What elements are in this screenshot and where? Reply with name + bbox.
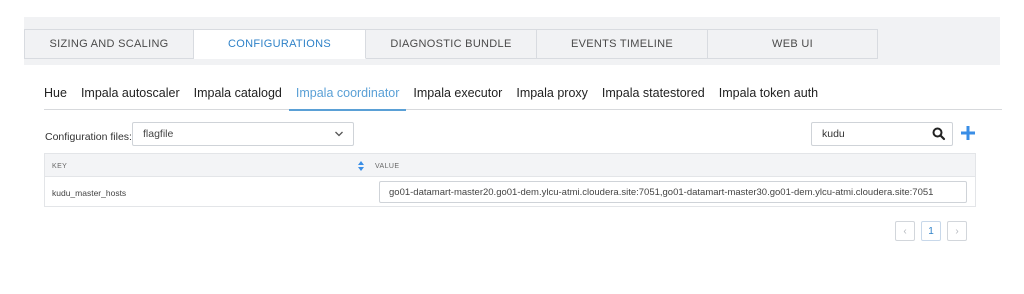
subtab-hue[interactable]: Hue bbox=[44, 85, 74, 110]
table-header: KEY VALUE bbox=[44, 153, 976, 177]
service-tab-bar: Hue Impala autoscaler Impala catalogd Im… bbox=[44, 85, 1002, 111]
sort-icon[interactable] bbox=[357, 160, 365, 173]
plus-icon[interactable] bbox=[959, 124, 977, 142]
tab-sizing-and-scaling[interactable]: SIZING AND SCALING bbox=[24, 29, 194, 59]
next-page-button[interactable]: › bbox=[947, 221, 967, 241]
tab-events-timeline[interactable]: EVENTS TIMELINE bbox=[537, 29, 708, 59]
configuration-files-label: Configuration files: bbox=[45, 131, 132, 143]
subtab-impala-autoscaler[interactable]: Impala autoscaler bbox=[74, 85, 187, 110]
key-column-header: KEY bbox=[52, 163, 68, 170]
subtab-impala-executor[interactable]: Impala executor bbox=[406, 85, 509, 110]
tab-configurations[interactable]: CONFIGURATIONS bbox=[194, 29, 366, 59]
row-key: kudu_master_hosts bbox=[52, 188, 127, 198]
subtab-impala-coordinator[interactable]: Impala coordinator bbox=[288, 85, 407, 111]
previous-page-button[interactable]: ‹ bbox=[895, 221, 915, 241]
subtab-impala-proxy[interactable]: Impala proxy bbox=[509, 85, 595, 110]
subtab-impala-statestored[interactable]: Impala statestored bbox=[595, 85, 712, 110]
configurations-panel: Hue Impala autoscaler Impala catalogd Im… bbox=[24, 65, 1002, 277]
subtab-impala-catalogd[interactable]: Impala catalogd bbox=[187, 85, 289, 110]
tab-diagnostic-bundle[interactable]: DIAGNOSTIC BUNDLE bbox=[366, 29, 537, 59]
chevron-down-icon bbox=[334, 127, 344, 144]
config-table: KEY VALUE kudu_master_hosts go01-datamar… bbox=[44, 153, 976, 207]
selected-file-value: flagfile bbox=[143, 128, 174, 140]
tab-web-ui[interactable]: WEB UI bbox=[708, 29, 878, 59]
top-tab-bar: SIZING AND SCALING CONFIGURATIONS DIAGNO… bbox=[24, 29, 878, 59]
page-1-button[interactable]: 1 bbox=[921, 221, 941, 241]
search-value: kudu bbox=[822, 128, 845, 140]
table-row: kudu_master_hosts go01-datamart-master20… bbox=[44, 177, 976, 207]
row-value-input[interactable]: go01-datamart-master20.go01-dem.ylcu-atm… bbox=[379, 181, 967, 203]
pagination: ‹ 1 › bbox=[895, 221, 967, 241]
value-column-header: VALUE bbox=[375, 163, 400, 170]
configuration-file-select[interactable]: flagfile bbox=[132, 122, 354, 146]
subtab-impala-token-auth[interactable]: Impala token auth bbox=[712, 85, 825, 110]
search-icon[interactable] bbox=[931, 126, 947, 142]
detail-container: SIZING AND SCALING CONFIGURATIONS DIAGNO… bbox=[24, 17, 1002, 277]
